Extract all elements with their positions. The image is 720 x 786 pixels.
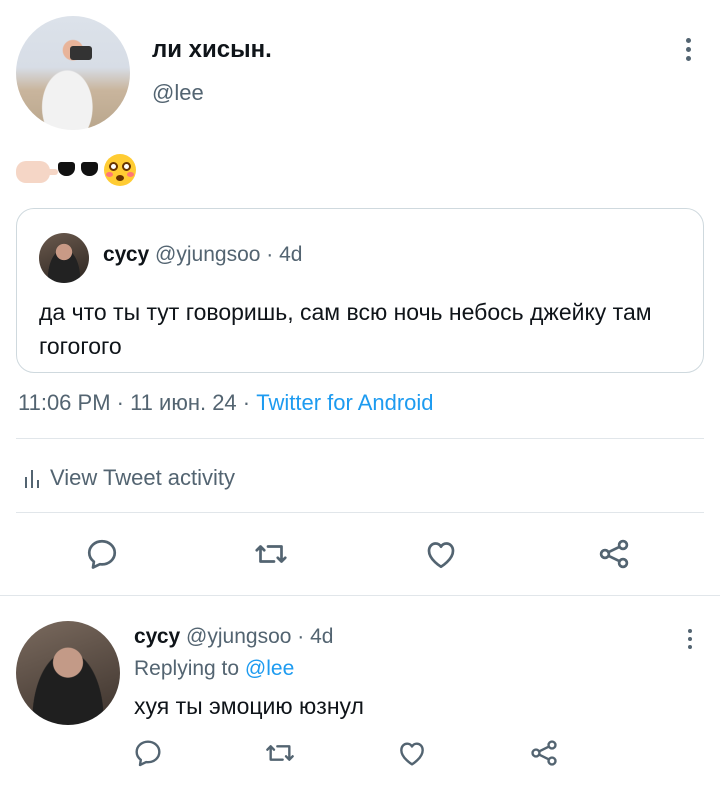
replying-to-handle-link[interactable]: @lee xyxy=(245,657,294,680)
reply-more-options-icon[interactable] xyxy=(680,627,700,651)
quoted-tweet-card[interactable]: сусу @yjungsoo · 4d да что ты тут говори… xyxy=(16,208,704,373)
reply-button[interactable] xyxy=(84,536,120,572)
author-display-name[interactable]: ли хисын. xyxy=(152,36,272,64)
reply-icon xyxy=(87,539,117,569)
author-avatar[interactable] xyxy=(16,16,130,130)
bar-chart-icon xyxy=(25,470,39,488)
view-tweet-activity-label: View Tweet activity xyxy=(50,465,236,490)
reply-author-name[interactable]: сусу xyxy=(134,625,180,648)
like-button[interactable] xyxy=(423,536,459,572)
tweet-text xyxy=(16,150,136,190)
reply-icon xyxy=(135,740,161,767)
quoted-author-avatar xyxy=(39,233,89,283)
reply-reply-button[interactable] xyxy=(132,737,164,769)
reply-retweet-button[interactable] xyxy=(264,737,296,769)
reply-author-handle: @yjungsoo xyxy=(186,625,292,648)
tweet-header: ли хисын. @lee xyxy=(0,0,720,150)
retweet-icon xyxy=(255,545,287,563)
retweet-icon xyxy=(266,745,294,761)
share-icon xyxy=(599,539,629,569)
divider xyxy=(0,595,720,596)
tweet-timestamp: 11:06 PM · 11 июн. 24 · Twitter for Andr… xyxy=(18,390,434,416)
retweet-button[interactable] xyxy=(253,536,289,572)
reply-text: хуя ты эмоцию юзнул xyxy=(134,693,364,719)
tweet-action-bar xyxy=(0,520,720,590)
divider xyxy=(16,438,704,439)
replying-to-prefix: Replying to xyxy=(134,657,240,680)
tweet-source-link[interactable]: Twitter for Android xyxy=(256,390,433,415)
quoted-tweet-header: сусу @yjungsoo · 4d xyxy=(103,243,302,267)
divider xyxy=(16,512,704,513)
share-icon xyxy=(531,740,557,766)
replying-to: Replying to @lee xyxy=(134,657,294,681)
quoted-author-handle: @yjungsoo xyxy=(155,243,261,266)
reply-header: сусу @yjungsoo · 4d xyxy=(134,625,333,649)
reply-share-button[interactable] xyxy=(528,737,560,769)
quoted-tweet-text: да что ты тут говоришь, сам всю ночь неб… xyxy=(39,299,652,359)
reply-age: · 4d xyxy=(297,625,334,648)
like-icon xyxy=(427,542,455,569)
flushed-face-emoji-icon xyxy=(104,154,136,186)
sunglasses-emoji-icon xyxy=(58,162,98,178)
timestamp-text: 11:06 PM · 11 июн. 24 · xyxy=(18,390,251,415)
reply-author-avatar[interactable] xyxy=(16,621,120,725)
reply-like-button[interactable] xyxy=(396,737,428,769)
share-button[interactable] xyxy=(596,536,632,572)
view-tweet-activity[interactable]: View Tweet activity xyxy=(24,462,235,494)
like-icon xyxy=(400,742,424,766)
quoted-tweet-age: · 4d xyxy=(266,243,303,266)
hand-emoji-icon xyxy=(16,161,58,183)
camera-icon xyxy=(70,46,92,60)
quoted-author-name: сусу xyxy=(103,243,150,266)
reply-tweet[interactable]: сусу @yjungsoo · 4d Replying to @lee хуя… xyxy=(0,597,720,786)
author-handle[interactable]: @lee xyxy=(152,80,204,106)
more-options-icon[interactable] xyxy=(676,36,700,64)
